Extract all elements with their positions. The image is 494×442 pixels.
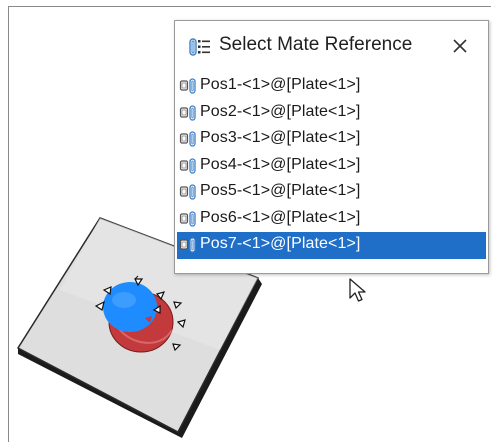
list-item-label: Pos1-<1>@[Plate<1>] <box>200 76 361 93</box>
list-item-label: Pos3-<1>@[Plate<1>] <box>200 129 361 146</box>
mate-reference-list: Pos1-<1>@[Plate<1>] Pos2-<1>@[Plate<1>] Po… <box>177 73 486 259</box>
list-item-label: Pos7-<1>@[Plate<1>] <box>200 235 361 252</box>
part-reference-icon <box>179 184 196 200</box>
part-reference-icon <box>179 210 196 227</box>
popup-title: Select Mate Reference <box>219 34 413 55</box>
list-item[interactable]: Pos3-<1>@[Plate<1>] <box>177 126 486 153</box>
select-mate-reference-popup: Select Mate Reference Pos1-<1>@[Plate<1>… <box>174 20 489 274</box>
mouse-pointer-icon <box>349 278 366 302</box>
list-item[interactable]: Pos7-<1>@[Plate<1>] <box>177 232 486 259</box>
popup-header: Select Mate Reference <box>175 21 488 73</box>
list-item[interactable]: Pos1-<1>@[Plate<1>] <box>177 73 486 100</box>
list-item[interactable]: Pos2-<1>@[Plate<1>] <box>177 100 486 127</box>
graphics-viewport[interactable]: Select Mate Reference Pos1-<1>@[Plate<1>… <box>0 0 494 442</box>
mate-reference-list-icon <box>189 38 210 56</box>
list-item[interactable]: Pos5-<1>@[Plate<1>] <box>177 179 486 206</box>
part-reference-icon <box>179 104 196 121</box>
list-item-label: Pos5-<1>@[Plate<1>] <box>200 182 361 199</box>
part-reference-icon <box>179 78 196 94</box>
list-item[interactable]: Pos4-<1>@[Plate<1>] <box>177 153 486 180</box>
part-reference-icon <box>179 131 196 147</box>
list-item[interactable]: Pos6-<1>@[Plate<1>] <box>177 206 486 233</box>
list-item-label: Pos6-<1>@[Plate<1>] <box>200 208 361 226</box>
part-reference-icon <box>179 157 196 174</box>
part-reference-icon <box>179 237 196 253</box>
list-item-label: Pos4-<1>@[Plate<1>] <box>200 155 361 173</box>
close-icon[interactable] <box>449 35 471 57</box>
list-item-label: Pos2-<1>@[Plate<1>] <box>200 102 361 120</box>
